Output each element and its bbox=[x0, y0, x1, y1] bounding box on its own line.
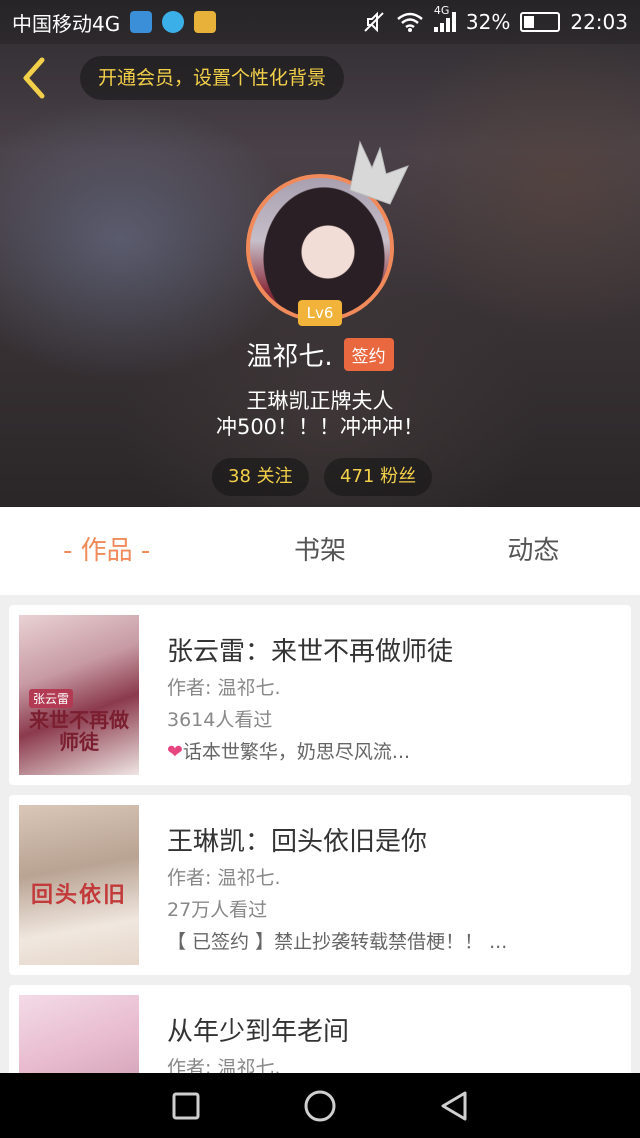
book-cover: 张云雷 来世不再做师徒 bbox=[19, 615, 139, 775]
tab-activity[interactable]: 动态 bbox=[427, 507, 640, 595]
level-badge: Lv6 bbox=[298, 300, 342, 326]
book-cover bbox=[19, 995, 139, 1073]
work-author: 作者: 温祁七. bbox=[167, 867, 281, 889]
network-type-label: 4G bbox=[433, 4, 450, 17]
map-app-icon bbox=[130, 11, 153, 33]
username: 温祁七. bbox=[246, 342, 333, 372]
following-count-button[interactable]: 38 关注 bbox=[212, 458, 309, 496]
work-author: 作者: 温祁七. bbox=[167, 677, 281, 699]
status-bar: 中国移动4G 4G 32% 22:03 bbox=[0, 0, 640, 44]
work-card[interactable]: 从年少到年老间 作者: 温祁七. bbox=[9, 985, 631, 1073]
heart-icon: ❤ bbox=[167, 741, 183, 763]
back-button[interactable] bbox=[14, 54, 54, 102]
bio-line: 王琳凯正牌夫人 bbox=[246, 389, 394, 413]
tab-works[interactable]: - 作品 - bbox=[0, 507, 213, 595]
bio: 王琳凯正牌夫人 冲500！！！冲冲冲！ bbox=[0, 388, 640, 440]
signed-badge: 签约 bbox=[343, 338, 394, 371]
circle-home-icon[interactable] bbox=[303, 1089, 337, 1123]
member-background-button[interactable]: 开通会员，设置个性化背景 bbox=[80, 56, 345, 100]
square-recent-icon[interactable] bbox=[171, 1091, 201, 1121]
cover-title: 回头依旧 bbox=[30, 882, 127, 908]
cover-tag: 张云雷 bbox=[29, 689, 74, 708]
tab-bookshelf[interactable]: 书架 bbox=[213, 507, 426, 595]
work-description-text: 话本世繁华，奶思尽风流... bbox=[182, 741, 411, 763]
weibo-app-icon bbox=[194, 11, 217, 33]
cell-signal-icon: 4G bbox=[433, 4, 456, 32]
book-cover: 回头依旧 bbox=[19, 805, 139, 965]
work-description: 【 已签约 】禁止抄袭转载禁借梗！！ ... bbox=[167, 931, 508, 953]
fans-count-button[interactable]: 471 粉丝 bbox=[324, 458, 433, 496]
mute-icon bbox=[364, 11, 384, 33]
name-row: 温祁七. 签约 bbox=[0, 336, 640, 373]
system-nav-bar bbox=[0, 1073, 640, 1138]
work-title: 张云雷：来世不再做师徒 bbox=[167, 637, 454, 667]
profile-header: 中国移动4G 4G 32% 22:03 开通会员，设置个性化背景 Lv6 温祁七… bbox=[0, 0, 640, 507]
work-title: 王琳凯：回头依旧是你 bbox=[167, 827, 428, 857]
works-list: 张云雷 来世不再做师徒 张云雷：来世不再做师徒 作者: 温祁七. 3614人看过… bbox=[0, 595, 640, 1073]
profile-tabs: - 作品 - 书架 动态 bbox=[0, 507, 640, 595]
work-card[interactable]: 张云雷 来世不再做师徒 张云雷：来世不再做师徒 作者: 温祁七. 3614人看过… bbox=[9, 605, 631, 785]
work-card[interactable]: 回头依旧 王琳凯：回头依旧是你 作者: 温祁七. 27万人看过 【 已签约 】禁… bbox=[9, 795, 631, 975]
battery-percent: 32% bbox=[465, 10, 511, 34]
work-title: 从年少到年老间 bbox=[167, 1017, 350, 1047]
chevron-left-icon bbox=[23, 57, 45, 99]
work-author: 作者: 温祁七. bbox=[167, 1057, 281, 1073]
bio-line: 冲500！！！冲冲冲！ bbox=[215, 415, 425, 439]
work-description: ❤话本世繁华，奶思尽风流... bbox=[167, 737, 410, 764]
wifi-icon bbox=[397, 12, 423, 32]
battery-icon bbox=[520, 12, 561, 32]
clock: 22:03 bbox=[570, 10, 628, 34]
message-app-icon bbox=[162, 11, 185, 33]
avatar-container: Lv6 bbox=[246, 140, 409, 326]
carrier-label: 中国移动4G bbox=[12, 11, 121, 36]
cover-title: 来世不再做师徒 bbox=[29, 708, 129, 754]
crown-icon bbox=[349, 140, 409, 205]
work-views: 3614人看过 bbox=[167, 709, 273, 731]
work-views: 27万人看过 bbox=[167, 899, 268, 921]
triangle-back-icon[interactable] bbox=[439, 1090, 469, 1122]
